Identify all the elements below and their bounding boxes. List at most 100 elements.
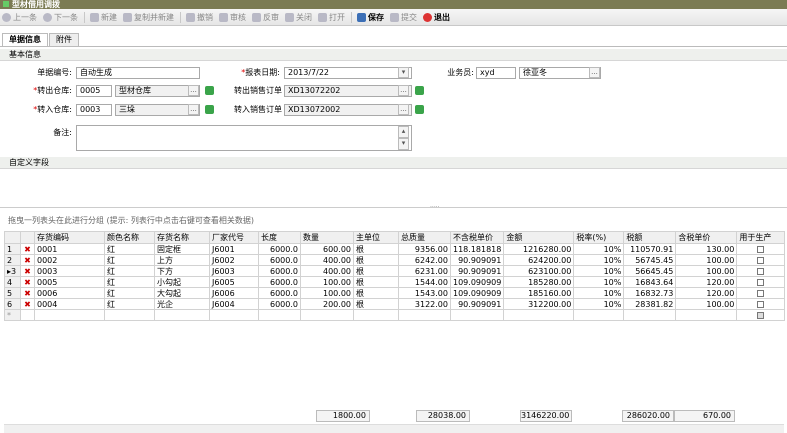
new-row-cell[interactable] [449,309,505,321]
cell-rate[interactable]: 10% [573,265,625,277]
new-row-cell[interactable] [573,309,625,321]
table-row[interactable]: 1 ✖ 0001 红固定框 J6001 6000.0 600.00 根 9356.00 118.1… [4,243,786,255]
col-header[interactable]: 存货名称 [154,231,210,244]
cell-code[interactable]: 0005 [34,276,105,288]
cell-code[interactable]: 0002 [34,254,105,266]
for-production-checkbox[interactable] [757,256,765,264]
cell-code[interactable]: 0003 [34,265,105,277]
next-button[interactable]: 下一条 [43,12,78,23]
cell-code[interactable]: 0001 [34,243,105,255]
new-row-cell[interactable] [20,309,35,321]
table-row[interactable]: ▸3 ✖ 0003 红下方 J6003 6000.0 400.00 根 6231.00 90.90… [4,265,786,277]
in-order-link-icon[interactable] [415,105,424,114]
in-order-field[interactable]: XD13072002 [284,104,412,116]
cell-name[interactable]: 上方 [154,254,210,266]
cell-amount[interactable]: 185280.00 [503,276,575,288]
for-production-cell[interactable] [736,298,786,310]
out-order-lookup-icon[interactable]: ... [398,85,409,96]
cell-name[interactable]: 固定框 [154,243,210,255]
cell-factory[interactable]: J6003 [209,265,259,277]
in-wh-lookup-icon[interactable]: ... [188,104,199,115]
unapprove-button[interactable]: 反审 [252,12,279,23]
col-header[interactable]: 税率(%) [573,231,625,244]
cell-qty[interactable]: 100.00 [300,287,354,299]
cell-tprice[interactable]: 100.00 [675,298,738,310]
delete-row-icon[interactable]: ✖ [20,243,35,255]
close-doc-button[interactable]: 关闭 [285,12,312,23]
cell-qty[interactable]: 600.00 [300,243,354,255]
new-row-cell[interactable] [623,309,677,321]
col-header[interactable]: 长度 [258,231,301,244]
new-row-cell[interactable] [104,309,155,321]
cell-price[interactable]: 109.090909 [449,276,505,288]
col-header[interactable]: 含税单价 [675,231,738,244]
new-row-cell[interactable] [209,309,259,321]
cell-factory[interactable]: J6005 [209,276,259,288]
cell-qty[interactable]: 400.00 [300,265,354,277]
col-header[interactable]: 主单位 [353,231,399,244]
cell-weight[interactable]: 3122.00 [398,298,451,310]
table-row[interactable]: 4 ✖ 0005 红小勾起 J6005 6000.0 100.00 根 1544.00 109.0… [4,276,786,288]
for-production-checkbox[interactable] [757,245,765,253]
cell-amount[interactable]: 312200.00 [503,298,575,310]
for-production-cell[interactable] [736,254,786,266]
submit-button[interactable]: 提交 [390,12,417,23]
new-row-cell[interactable] [736,309,786,321]
cell-rate[interactable]: 10% [573,243,625,255]
tab-doc-info[interactable]: 单据信息 [2,33,48,46]
new-row-cell[interactable] [398,309,451,321]
cell-price[interactable]: 109.090909 [449,287,505,299]
new-row-cell[interactable] [675,309,738,321]
col-header[interactable]: 存货编码 [34,231,105,244]
row-number[interactable]: 5 [4,287,21,299]
cell-code[interactable]: 0004 [34,298,105,310]
cell-color[interactable]: 红 [104,298,155,310]
remark-scroll-down-icon[interactable]: ▾ [398,138,409,150]
out-order-link-icon[interactable] [415,86,424,95]
for-production-checkbox[interactable] [757,267,765,275]
col-header[interactable]: 用于生产 [736,231,786,244]
cell-factory[interactable]: J6006 [209,287,259,299]
cell-color[interactable]: 红 [104,265,155,277]
cell-factory[interactable]: J6001 [209,243,259,255]
cell-unit[interactable]: 根 [353,254,399,266]
cell-tprice[interactable]: 100.00 [675,254,738,266]
cell-tprice[interactable]: 100.00 [675,265,738,277]
row-number[interactable]: ▸3 [4,265,21,277]
date-field[interactable]: 2013/7/22 [284,67,412,79]
delete-row-icon[interactable]: ✖ [20,298,35,310]
cell-color[interactable]: 红 [104,276,155,288]
cell-tax[interactable]: 110570.91 [623,243,677,255]
col-header[interactable]: 厂家代号 [209,231,259,244]
row-number[interactable]: 1 [4,243,21,255]
cell-name[interactable]: 下方 [154,265,210,277]
cell-len[interactable]: 6000.0 [258,276,301,288]
tab-attachments[interactable]: 附件 [49,33,79,46]
cell-name[interactable]: 小勾起 [154,276,210,288]
cell-color[interactable]: 红 [104,287,155,299]
doc-no-field[interactable]: 自动生成 [76,67,200,79]
cell-amount[interactable]: 185160.00 [503,287,575,299]
cell-tax[interactable]: 56745.45 [623,254,677,266]
in-wh-code-field[interactable]: 0003 [76,104,112,116]
cell-weight[interactable]: 9356.00 [398,243,451,255]
cell-tax[interactable]: 28381.82 [623,298,677,310]
cell-unit[interactable]: 根 [353,298,399,310]
col-header[interactable]: 税额 [623,231,677,244]
horizontal-scrollbar[interactable] [4,424,784,433]
new-button[interactable]: 新建 [90,12,117,23]
cell-amount[interactable]: 1216280.00 [503,243,575,255]
out-wh-link-icon[interactable] [205,86,214,95]
cell-rate[interactable]: 10% [573,276,625,288]
cell-len[interactable]: 6000.0 [258,298,301,310]
cell-qty[interactable]: 400.00 [300,254,354,266]
cell-len[interactable]: 6000.0 [258,254,301,266]
new-row-cell[interactable] [258,309,301,321]
cell-code[interactable]: 0006 [34,287,105,299]
cell-tprice[interactable]: 120.00 [675,276,738,288]
table-row[interactable]: 5 ✖ 0006 红大勾起 J6006 6000.0 100.00 根 1543.00 109.0… [4,287,786,299]
delete-row-icon[interactable]: ✖ [20,265,35,277]
table-row[interactable]: 6 ✖ 0004 红光企 J6004 6000.0 200.00 根 3122.00 90.909… [4,298,786,310]
row-number[interactable]: 4 [4,276,21,288]
row-number[interactable]: 6 [4,298,21,310]
